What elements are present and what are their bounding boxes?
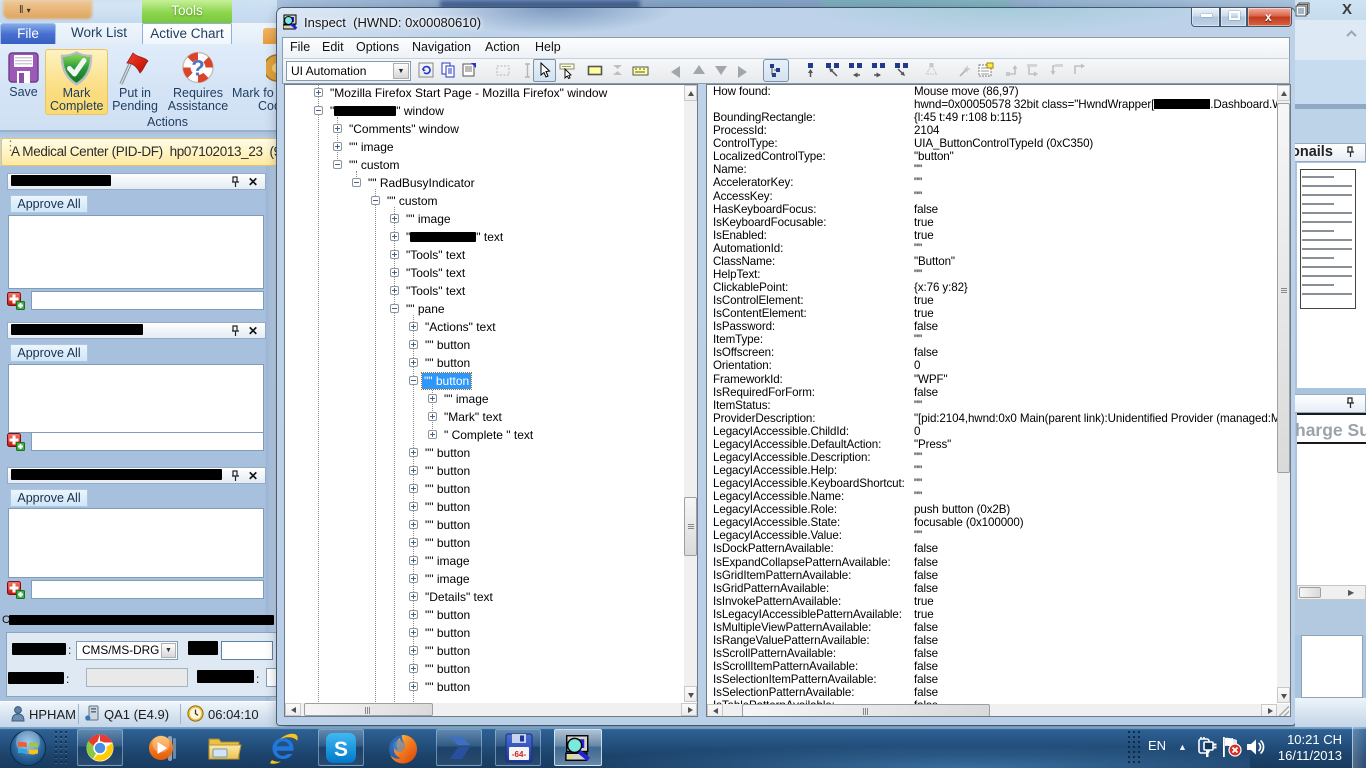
- svg-text:S: S: [334, 738, 348, 761]
- svg-text:-64-: -64-: [512, 750, 527, 759]
- svg-text:?: ?: [191, 56, 204, 81]
